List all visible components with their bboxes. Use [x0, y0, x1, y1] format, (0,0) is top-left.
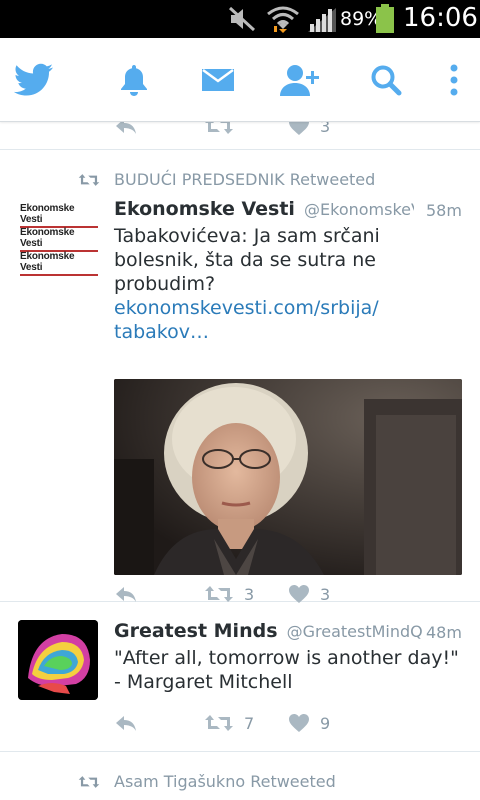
reply-icon	[116, 716, 136, 731]
retweet-button[interactable]: 3	[204, 584, 254, 604]
tweet-card[interactable]: BUDUĆI PREDSEDNIK Retweeted Ekonomske Ve…	[0, 150, 480, 604]
tweet-link-line1: ekonomskevesti.com/srbija/	[114, 297, 379, 319]
reply-icon	[116, 587, 136, 602]
retweeted-by-label: Asam Tigašukno Retweeted	[114, 772, 336, 791]
retweet-context: BUDUĆI PREDSEDNIK Retweeted	[78, 170, 375, 189]
add-user-icon	[280, 65, 319, 96]
reply-icon	[116, 122, 136, 134]
tweet-header: Ekonomske Vesti @EkonomskeV...	[114, 198, 414, 220]
tweet-text: "After all, tomorrow is another day!" - …	[114, 647, 459, 693]
home-tab[interactable]	[10, 58, 58, 102]
avatar-logo: Ekonomske Vesti	[20, 227, 98, 252]
search-tab[interactable]	[362, 58, 410, 102]
retweet-icon	[205, 586, 233, 602]
like-button[interactable]: 9	[288, 713, 330, 733]
avatar[interactable]: Ekonomske Vesti Ekonomske Vesti Ekonomsk…	[18, 203, 98, 276]
clock: 16:06	[403, 3, 478, 33]
tweet-photo[interactable]	[114, 379, 462, 575]
tweet-text: Tabakovićeva: Ja sam srčani bolesnik, št…	[114, 224, 464, 344]
tweet-partial[interactable]: 3	[0, 122, 480, 150]
tweet-time: 48m	[426, 623, 462, 642]
messages-tab[interactable]	[194, 58, 242, 102]
tweet-actions: 3	[114, 122, 414, 140]
tweet-link[interactable]: ekonomskevesti.com/srbija/tabakov…	[114, 297, 379, 343]
retweet-count: 7	[244, 713, 255, 733]
tweet-body: Tabakovićeva: Ja sam srčani bolesnik, št…	[114, 225, 380, 295]
retweet-button[interactable]: 7	[204, 713, 254, 733]
mute-icon	[228, 6, 256, 32]
author-handle[interactable]: @GreatestMindQ	[287, 622, 423, 641]
heart-icon	[289, 585, 309, 603]
tweet-card-partial[interactable]: Asam Tigašukno Retweeted	[0, 752, 480, 800]
reply-button[interactable]	[114, 122, 138, 136]
like-count: 3	[320, 584, 331, 604]
search-icon	[371, 65, 402, 96]
tweet-card[interactable]: Greatest Minds @GreatestMindQ 48m "After…	[0, 602, 480, 752]
avatar-logo: Ekonomske Vesti	[20, 251, 98, 276]
tweet-header: Greatest Minds @GreatestMindQ	[114, 620, 424, 642]
retweet-icon	[78, 173, 100, 186]
more-options-button[interactable]	[430, 58, 478, 102]
tweet-link-line2: tabakov…	[114, 321, 209, 343]
timeline[interactable]: 3 BUDUĆI PREDSEDNIK Retweeted Ekonomske …	[0, 122, 480, 800]
top-nav-bar	[0, 38, 480, 122]
author-name[interactable]: Greatest Minds	[114, 620, 278, 642]
retweet-count: 3	[244, 584, 255, 604]
retweet-icon	[78, 775, 100, 788]
more-vertical-icon	[450, 64, 458, 96]
portrait-photo	[114, 379, 462, 575]
tweet-time: 58m	[426, 201, 462, 220]
heart-icon	[289, 122, 309, 135]
tweet-actions: 7 9	[114, 713, 414, 737]
avatar-logo: Ekonomske Vesti	[20, 203, 98, 228]
retweet-context: Asam Tigašukno Retweeted	[78, 772, 336, 791]
author-handle[interactable]: @EkonomskeV...	[304, 200, 414, 219]
status-bar: 89% 16:06	[0, 0, 480, 38]
bell-icon	[121, 65, 147, 96]
who-to-follow-tab[interactable]	[276, 58, 324, 102]
reply-button[interactable]	[114, 713, 138, 733]
like-button[interactable]: 3	[288, 584, 330, 604]
like-count: 9	[320, 713, 331, 733]
retweeted-by-label: BUDUĆI PREDSEDNIK Retweeted	[114, 170, 376, 189]
signal-icon	[308, 8, 336, 32]
retweet-icon	[205, 715, 233, 731]
twitter-bird-icon	[14, 63, 53, 96]
author-name[interactable]: Ekonomske Vesti	[114, 198, 295, 220]
notifications-tab[interactable]	[110, 58, 158, 102]
wifi-icon	[267, 6, 299, 33]
reply-button[interactable]	[114, 584, 138, 604]
avatar[interactable]	[18, 620, 98, 700]
retweet-button[interactable]	[204, 122, 234, 136]
like-button[interactable]: 3	[288, 122, 330, 136]
battery-icon	[376, 4, 394, 33]
heart-icon	[289, 714, 309, 732]
brain-art-image	[18, 620, 98, 700]
like-count: 3	[320, 122, 331, 136]
retweet-icon	[205, 122, 233, 134]
envelope-icon	[202, 68, 234, 91]
